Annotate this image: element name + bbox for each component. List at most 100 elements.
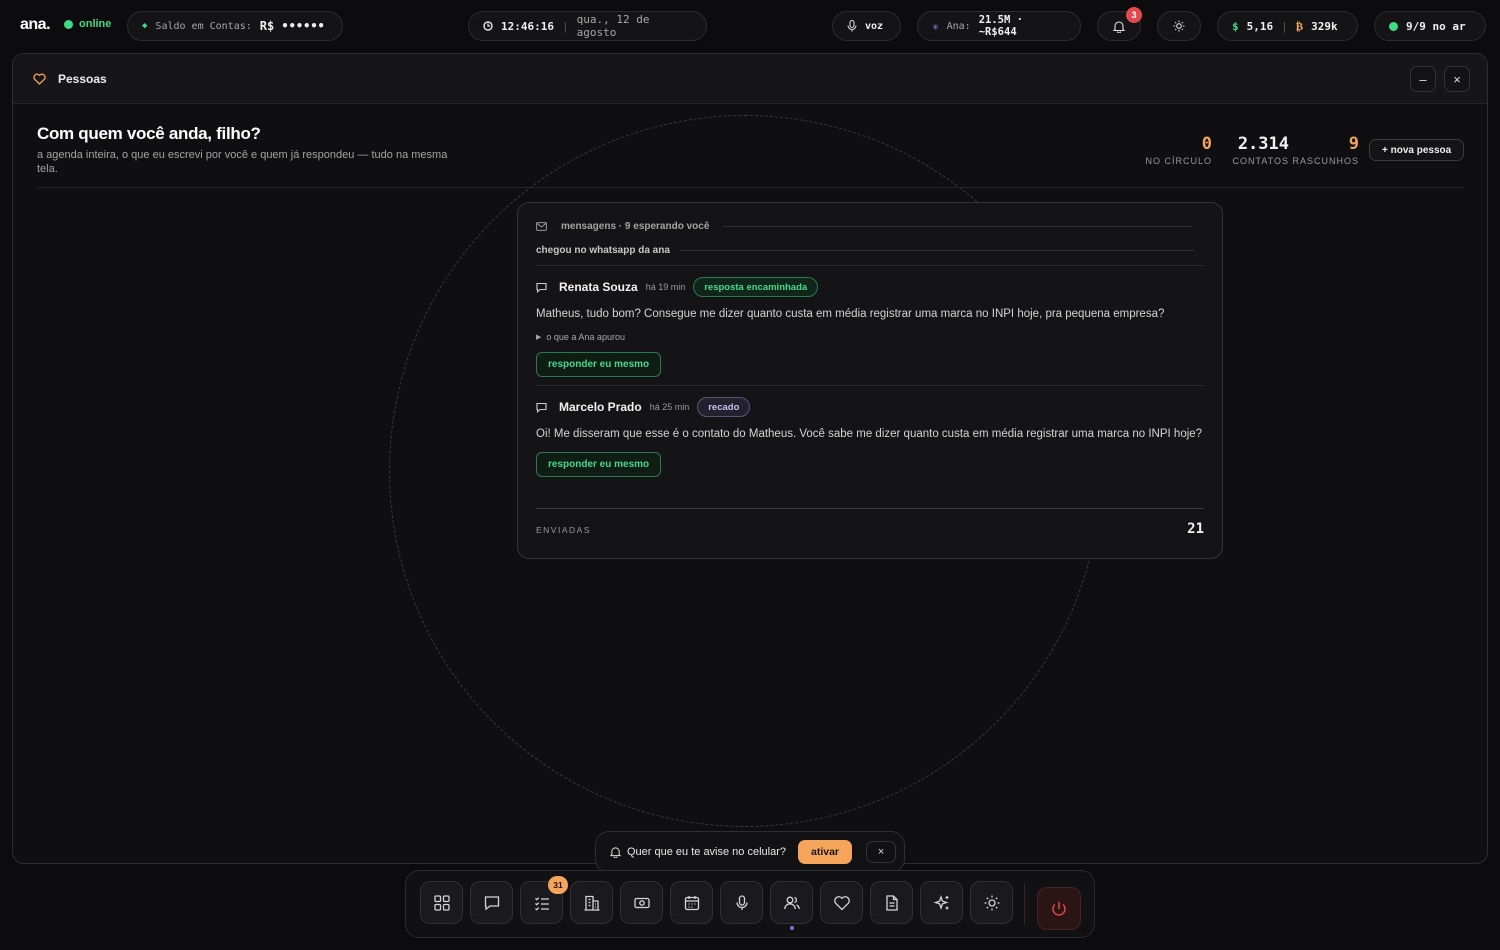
- clock-time: 12:46:16: [501, 19, 554, 33]
- chat-bubble-icon: [536, 402, 547, 413]
- stat-drafts: 9 RASCUNHOS: [1292, 134, 1359, 166]
- divider: [536, 385, 1204, 386]
- stat-value: 9: [1348, 134, 1359, 154]
- ana-label: Ana:: [946, 20, 971, 32]
- dock-settings[interactable]: [970, 881, 1013, 924]
- ana-value: 21.5M · ~R$644: [978, 14, 1023, 38]
- dock-chat[interactable]: [470, 881, 513, 924]
- dollar-icon: $: [1232, 19, 1239, 33]
- message-text: Matheus, tudo bom? Consegue me dizer qua…: [536, 308, 1165, 320]
- on-air-pill[interactable]: 9/9 no ar: [1374, 11, 1486, 41]
- balance-pill[interactable]: ◆ Saldo em Contas: R$ ••••••: [127, 11, 343, 41]
- dock-documents[interactable]: [870, 881, 913, 924]
- source-label-text: chegou no whatsapp da ana: [536, 245, 670, 256]
- online-dot: [64, 19, 73, 29]
- sparkle-icon: ✳: [932, 19, 939, 33]
- message-time: há 19 min: [645, 282, 686, 292]
- bell-icon: [1113, 20, 1125, 33]
- findings-label: o que a Ana apurou: [546, 332, 625, 342]
- bell-icon: [610, 846, 621, 858]
- findings-toggle[interactable]: ▶ o que a Ana apurou: [536, 332, 1204, 342]
- notification-prompt: Quer que eu te avise no celular? ativar …: [595, 831, 905, 873]
- minimize-button[interactable]: –: [1410, 66, 1436, 92]
- mic-icon: [847, 20, 857, 32]
- stat-value: 0: [1201, 134, 1212, 154]
- message-item: Marcelo Prado há 25 min recado Oi! Me di…: [536, 397, 1204, 477]
- dock-dashboard[interactable]: [420, 881, 463, 924]
- stat-label: RASCUNHOS: [1292, 156, 1359, 166]
- date-label: qua., 12 de agosto: [576, 13, 650, 39]
- close-button[interactable]: ×: [1444, 66, 1470, 92]
- building-icon: [583, 894, 601, 912]
- dock-calendar[interactable]: [670, 881, 713, 924]
- top-bar: ana. online ◆ Saldo em Contas: R$ ••••••…: [0, 0, 1500, 52]
- status-indicator: online: [64, 18, 111, 30]
- notifications-badge: 3: [1126, 7, 1142, 23]
- sender-name[interactable]: Renata Souza: [559, 280, 638, 294]
- window-titlebar: Pessoas: [13, 54, 1487, 104]
- users-icon: [783, 894, 801, 912]
- chat-bubble-icon: [536, 282, 547, 293]
- sent-label: ENVIADAS: [536, 525, 591, 535]
- divider: [536, 265, 1204, 266]
- sent-count: 21: [1187, 521, 1204, 537]
- header-divider: [37, 187, 1463, 188]
- sparkles-icon: [932, 894, 951, 912]
- status-label: online: [79, 18, 112, 30]
- message-header: Marcelo Prado há 25 min recado: [536, 397, 1204, 417]
- theme-button[interactable]: [1157, 11, 1201, 41]
- on-air-label: 9/9 no ar: [1406, 19, 1466, 33]
- notifications-button[interactable]: 3: [1097, 7, 1142, 41]
- dollar-value: 5,16: [1246, 19, 1274, 33]
- ana-usage-pill[interactable]: ✳ Ana: 21.5M · ~R$644: [917, 11, 1081, 41]
- dock-tasks[interactable]: 31: [520, 876, 568, 924]
- checklist-icon: [533, 894, 551, 912]
- message-text: Oi! Me disseram que esse é o contato do …: [536, 428, 1203, 440]
- new-person-button[interactable]: + nova pessoa: [1369, 139, 1465, 161]
- activate-button[interactable]: ativar: [798, 840, 853, 864]
- page-title: Com quem você anda, filho?: [37, 124, 261, 143]
- window-title: Pessoas: [58, 71, 107, 86]
- sun-icon: [983, 894, 1001, 912]
- reply-myself-button[interactable]: responder eu mesmo: [536, 452, 662, 477]
- message-time: há 25 min: [649, 402, 690, 412]
- mic-icon: [733, 894, 751, 912]
- stat-value: 2.314: [1237, 134, 1289, 154]
- calendar-icon: [683, 894, 701, 912]
- clock-pill[interactable]: 12:46:16 | qua., 12 de agosto: [468, 11, 707, 41]
- clock-icon: [483, 21, 493, 31]
- sender-name[interactable]: Marcelo Prado: [559, 400, 642, 414]
- dismiss-button[interactable]: ×: [866, 841, 897, 863]
- tasks-badge: 31: [548, 876, 568, 894]
- app-dock: 31: [405, 870, 1095, 938]
- dock-ai[interactable]: [920, 881, 963, 924]
- rates-pill[interactable]: $ 5,16 | ₿ 329k: [1217, 11, 1358, 41]
- power-icon: [1050, 900, 1068, 918]
- stat-circle: 0 NO CÍRCULO: [1145, 134, 1212, 166]
- reply-myself-button[interactable]: responder eu mesmo: [536, 352, 662, 377]
- balance-value: R$ ••••••: [259, 19, 325, 33]
- people-window: Pessoas – × Com quem você anda, filho? a…: [12, 53, 1488, 864]
- balance-label: Saldo em Contas:: [155, 20, 252, 32]
- sun-icon: [1173, 20, 1185, 32]
- stat-label: NO CÍRCULO: [1145, 156, 1212, 166]
- voice-button[interactable]: voz: [832, 11, 901, 41]
- dock-company[interactable]: [570, 881, 613, 924]
- divider: [536, 508, 1204, 509]
- dock-favorites[interactable]: [820, 881, 863, 924]
- power-button[interactable]: [1037, 887, 1081, 930]
- dock-voice[interactable]: [720, 881, 763, 924]
- grid-icon: [433, 894, 451, 912]
- dock-people[interactable]: [770, 881, 813, 930]
- stat-contacts: 2.314 CONTATOS: [1232, 134, 1289, 166]
- messages-card: mensagens · 9 esperando você chegou no w…: [517, 202, 1223, 559]
- dock-money[interactable]: [620, 881, 663, 924]
- page-subtitle: a agenda inteira, o que eu escrevi por v…: [37, 149, 448, 175]
- message-item: Renata Souza há 19 min resposta encaminh…: [536, 277, 1204, 377]
- cash-icon: [633, 894, 651, 912]
- messages-source-label: chegou no whatsapp da ana: [536, 245, 1195, 256]
- btc-value: 329k: [1311, 19, 1338, 33]
- heart-icon: [33, 73, 46, 85]
- messages-header: mensagens · 9 esperando você: [536, 221, 1194, 232]
- caret-right-icon: ▶: [536, 334, 542, 341]
